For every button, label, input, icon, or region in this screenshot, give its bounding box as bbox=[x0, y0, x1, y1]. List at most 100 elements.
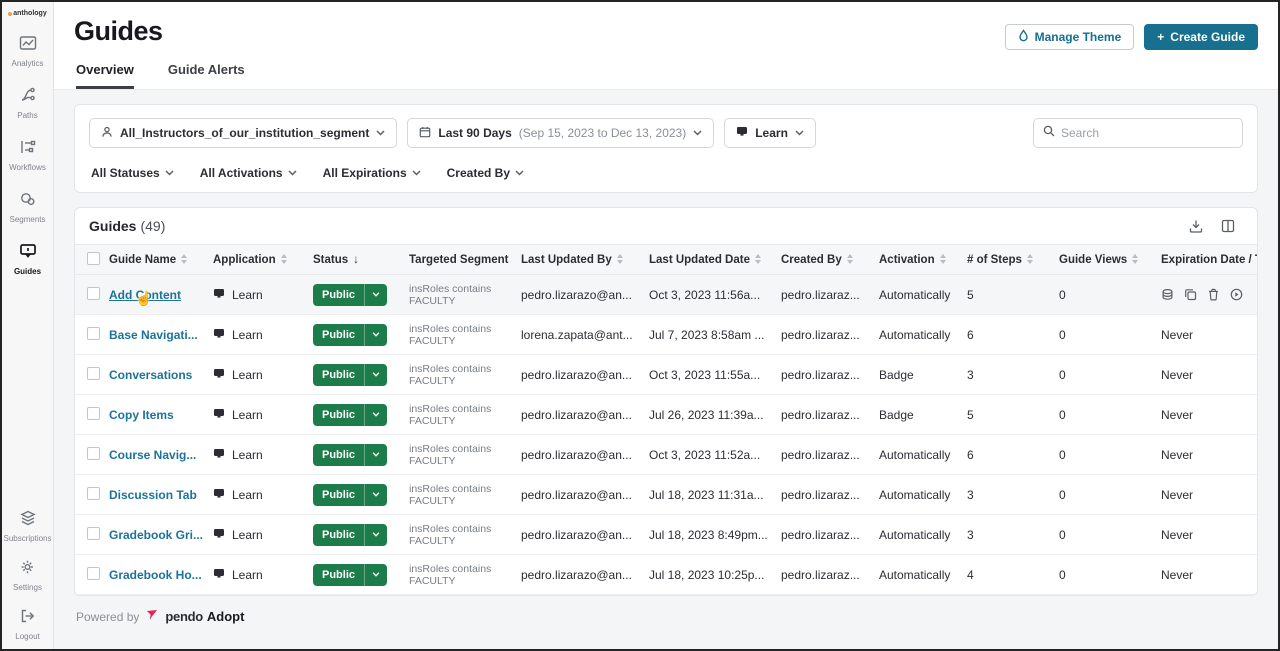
chevron-down-icon bbox=[364, 404, 387, 426]
row-checkbox[interactable] bbox=[87, 447, 100, 460]
activation-type: Automatically bbox=[879, 448, 950, 462]
status-badge[interactable]: Public bbox=[313, 564, 387, 586]
manage-theme-button[interactable]: Manage Theme bbox=[1005, 24, 1135, 50]
status-badge[interactable]: Public bbox=[313, 484, 387, 506]
status-badge[interactable]: Public bbox=[313, 324, 387, 346]
create-guide-button[interactable]: + Create Guide bbox=[1144, 24, 1258, 50]
table-row[interactable]: Gradebook Gri... Learn Public insRoles c… bbox=[75, 515, 1257, 555]
chevron-down-icon bbox=[364, 524, 387, 546]
column-header-guide-views[interactable]: Guide Views bbox=[1059, 245, 1161, 275]
column-header-status[interactable]: Status↓ bbox=[313, 245, 409, 275]
column-header-created-by[interactable]: Created By bbox=[781, 245, 879, 275]
guide-name-link[interactable]: Copy Items bbox=[109, 408, 174, 422]
table-row[interactable]: Gradebook Ho... Learn Public insRoles co… bbox=[75, 555, 1257, 595]
layers-icon[interactable] bbox=[1161, 288, 1174, 301]
guides-table-panel: Guides(49) bbox=[74, 207, 1258, 596]
guide-name-link[interactable]: Conversations bbox=[109, 368, 192, 382]
sidebar-item-segments[interactable]: Segments bbox=[2, 191, 54, 224]
status-badge[interactable]: Public bbox=[313, 524, 387, 546]
column-header-steps[interactable]: # of Steps bbox=[967, 245, 1059, 275]
last-updated-date: Oct 3, 2023 11:56a... bbox=[649, 288, 760, 302]
tab-guide-alerts[interactable]: Guide Alerts bbox=[168, 62, 245, 89]
date-range-filter-dropdown[interactable]: Last 90 Days (Sep 15, 2023 to Dec 13, 20… bbox=[407, 118, 714, 148]
monitor-icon bbox=[213, 368, 225, 382]
status-badge[interactable]: Public bbox=[313, 284, 387, 306]
table-row[interactable]: Copy Items Learn Public insRoles contain… bbox=[75, 395, 1257, 435]
main-area: Guides Manage Theme + Create Guide Over bbox=[54, 2, 1278, 649]
column-header-activation[interactable]: Activation bbox=[879, 245, 967, 275]
pendo-brand-label: pendo bbox=[165, 609, 203, 624]
column-header-guide-name[interactable]: Guide Name bbox=[109, 245, 213, 275]
column-header-application[interactable]: Application bbox=[213, 245, 313, 275]
guide-name-link[interactable]: Discussion Tab bbox=[109, 488, 197, 502]
column-header-targeted-segment[interactable]: Targeted Segment bbox=[409, 245, 521, 275]
segments-icon bbox=[19, 191, 37, 212]
logo-text: anthology bbox=[13, 10, 46, 17]
step-count: 6 bbox=[967, 448, 974, 462]
application-name: Learn bbox=[232, 448, 263, 462]
guide-name-link[interactable]: Gradebook Gri... bbox=[109, 528, 203, 542]
expiration-value: Never bbox=[1161, 528, 1193, 542]
sidebar-item-label: Settings bbox=[13, 583, 42, 592]
sidebar-item-workflows[interactable]: Workflows bbox=[2, 139, 54, 172]
table-row[interactable]: Course Navig... Learn Public insRoles co… bbox=[75, 435, 1257, 475]
created-by-filter-dropdown[interactable]: Created By bbox=[447, 166, 524, 180]
table-count: (49) bbox=[140, 218, 165, 234]
columns-icon[interactable] bbox=[1221, 219, 1235, 233]
row-checkbox[interactable] bbox=[87, 367, 100, 380]
analytics-icon bbox=[19, 35, 37, 56]
status-badge[interactable]: Public bbox=[313, 364, 387, 386]
layers-icon bbox=[19, 510, 37, 531]
create-guide-label: Create Guide bbox=[1170, 30, 1245, 44]
sidebar-item-settings[interactable]: Settings bbox=[2, 559, 54, 592]
row-actions bbox=[1161, 288, 1251, 301]
row-checkbox[interactable] bbox=[87, 327, 100, 340]
status-label: Public bbox=[313, 529, 364, 541]
status-badge[interactable]: Public bbox=[313, 444, 387, 466]
search-input[interactable] bbox=[1061, 126, 1233, 140]
column-header-last-updated-by[interactable]: Last Updated By bbox=[521, 245, 649, 275]
sidebar-item-logout[interactable]: Logout bbox=[2, 608, 54, 641]
trash-icon[interactable] bbox=[1207, 288, 1220, 301]
download-icon[interactable] bbox=[1189, 219, 1203, 233]
sidebar-item-guides[interactable]: Guides bbox=[2, 243, 54, 276]
copy-icon[interactable] bbox=[1184, 288, 1197, 301]
application-filter-dropdown[interactable]: Learn bbox=[724, 118, 816, 148]
guide-name-link[interactable]: Gradebook Ho... bbox=[109, 568, 202, 582]
row-checkbox[interactable] bbox=[87, 527, 100, 540]
sidebar-item-analytics[interactable]: Analytics bbox=[2, 35, 54, 68]
chevron-down-icon bbox=[515, 170, 524, 176]
table-row[interactable]: Discussion Tab Learn Public insRoles con… bbox=[75, 475, 1257, 515]
activation-filter-dropdown[interactable]: All Activations bbox=[200, 166, 297, 180]
guide-name-link[interactable]: Base Navigati... bbox=[109, 328, 198, 342]
table-row[interactable]: Add Content Learn Public insRoles contai… bbox=[75, 275, 1257, 315]
sidebar-item-subscriptions[interactable]: Subscriptions bbox=[2, 510, 54, 543]
select-all-checkbox[interactable] bbox=[87, 252, 100, 265]
segment-filter-dropdown[interactable]: All_Instructors_of_our_institution_segme… bbox=[89, 118, 397, 148]
expiration-filter-dropdown[interactable]: All Expirations bbox=[323, 166, 421, 180]
guide-name-link[interactable]: Course Navig... bbox=[109, 448, 196, 462]
activation-type: Automatically bbox=[879, 488, 950, 502]
row-checkbox[interactable] bbox=[87, 487, 100, 500]
row-checkbox[interactable] bbox=[87, 287, 100, 300]
sidebar-item-paths[interactable]: Paths bbox=[2, 87, 54, 120]
sidebar-item-label: Segments bbox=[9, 215, 45, 224]
status-filter-dropdown[interactable]: All Statuses bbox=[91, 166, 174, 180]
status-badge[interactable]: Public bbox=[313, 404, 387, 426]
tab-overview[interactable]: Overview bbox=[76, 62, 134, 89]
column-header-last-updated-date[interactable]: Last Updated Date bbox=[649, 245, 781, 275]
chevron-down-icon bbox=[364, 364, 387, 386]
sort-icon bbox=[281, 254, 287, 264]
table-row[interactable]: Conversations Learn Public insRoles cont… bbox=[75, 355, 1257, 395]
expiration-value: Never bbox=[1161, 448, 1193, 462]
table-row[interactable]: Base Navigati... Learn Public insRoles c… bbox=[75, 315, 1257, 355]
table-header-row: Guide Name Application Status↓ Targeted … bbox=[75, 245, 1257, 275]
activation-type: Automatically bbox=[879, 528, 950, 542]
row-checkbox[interactable] bbox=[87, 407, 100, 420]
play-circle-icon[interactable] bbox=[1230, 288, 1243, 301]
last-updated-date: Oct 3, 2023 11:55a... bbox=[649, 368, 760, 382]
sidebar-item-label: Logout bbox=[15, 632, 39, 641]
row-checkbox[interactable] bbox=[87, 567, 100, 580]
column-header-expiration[interactable]: Expiration Date / T bbox=[1161, 245, 1257, 275]
monitor-icon bbox=[213, 408, 225, 422]
